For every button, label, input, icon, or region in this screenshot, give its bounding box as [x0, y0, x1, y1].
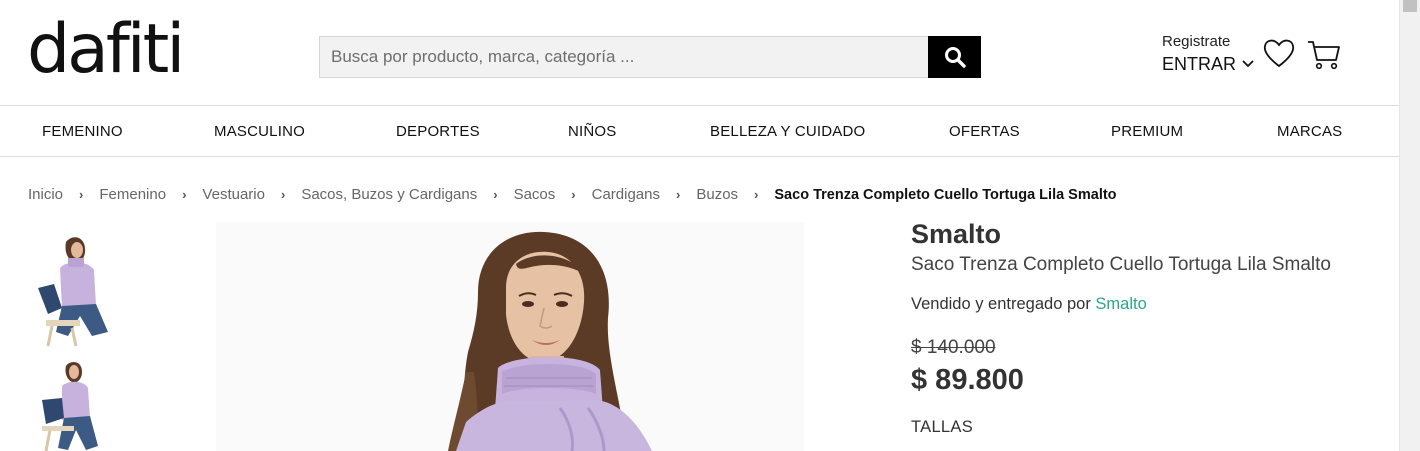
scrollbar-thumb[interactable]: [1403, 0, 1417, 12]
search-button[interactable]: [928, 36, 981, 78]
breadcrumb-separator-icon: ›: [182, 187, 187, 202]
nav-item-ofertas[interactable]: OFERTAS: [949, 123, 1020, 140]
breadcrumb-separator-icon: ›: [493, 187, 498, 202]
breadcrumb-item[interactable]: Sacos: [514, 186, 556, 203]
breadcrumb-item[interactable]: Femenino: [99, 186, 166, 203]
breadcrumb-separator-icon: ›: [676, 187, 681, 202]
nav-item-belleza[interactable]: BELLEZA Y CUIDADO: [710, 123, 865, 140]
breadcrumb-item[interactable]: Buzos: [696, 186, 738, 203]
breadcrumb-separator-icon: ›: [280, 187, 286, 202]
product-thumbnail[interactable]: [28, 360, 112, 451]
wishlist-heart-icon[interactable]: [1262, 36, 1296, 70]
nav-item-deportes[interactable]: DEPORTES: [396, 123, 480, 140]
model-photo: [216, 222, 804, 451]
breadcrumb: Inicio › Femenino › Vestuario › Sacos, B…: [28, 186, 1117, 203]
seller-info: Vendido y entregado por Smalto: [911, 295, 1147, 314]
original-price: $ 140.000: [911, 337, 996, 358]
account-menu[interactable]: Registrate ENTRAR: [1162, 33, 1254, 77]
category-nav: FEMENINO MASCULINO DEPORTES NIÑOS BELLEZ…: [0, 106, 1399, 157]
search-bar: [319, 36, 981, 78]
site-header: dafiti Registrate ENTRAR: [0, 0, 1399, 106]
breadcrumb-separator-icon: ›: [571, 187, 576, 202]
page-scrollbar[interactable]: [1399, 0, 1420, 451]
nav-item-marcas[interactable]: MARCAS: [1277, 123, 1342, 140]
chevron-down-icon: [1242, 60, 1254, 68]
login-dropdown[interactable]: ENTRAR: [1162, 51, 1254, 77]
breadcrumb-item[interactable]: Inicio: [28, 186, 63, 203]
main-product-image[interactable]: [216, 222, 804, 451]
search-input[interactable]: [319, 36, 928, 78]
product-name: Saco Trenza Completo Cuello Tortuga Lila…: [911, 254, 1331, 275]
sizes-label: TALLAS: [911, 418, 974, 436]
nav-item-masculino[interactable]: MASCULINO: [214, 123, 305, 140]
nav-item-premium[interactable]: PREMIUM: [1111, 123, 1183, 140]
breadcrumb-separator-icon: ›: [79, 187, 84, 202]
seller-link[interactable]: Smalto: [1095, 295, 1146, 313]
nav-item-ninos[interactable]: NIÑOS: [568, 123, 617, 140]
product-thumbnail[interactable]: [28, 228, 112, 348]
search-icon: [944, 47, 966, 68]
dafiti-logo[interactable]: dafiti: [27, 10, 185, 90]
register-link[interactable]: Registrate: [1162, 33, 1254, 51]
cart-icon[interactable]: [1306, 38, 1342, 72]
product-thumbnail-image: [28, 360, 112, 451]
product-thumbnail-image: [28, 228, 112, 348]
sold-by-label: Vendido y entregado por: [911, 295, 1096, 313]
breadcrumb-item[interactable]: Cardigans: [592, 186, 660, 203]
breadcrumb-separator-icon: ›: [754, 187, 759, 202]
login-label: ENTRAR: [1162, 54, 1237, 74]
breadcrumb-item[interactable]: Vestuario: [202, 186, 265, 203]
breadcrumb-item[interactable]: Sacos, Buzos y Cardigans: [301, 186, 477, 203]
nav-item-femenino[interactable]: FEMENINO: [42, 123, 123, 140]
product-brand[interactable]: Smalto: [911, 219, 1001, 250]
breadcrumb-current: Saco Trenza Completo Cuello Tortuga Lila…: [774, 186, 1117, 203]
sale-price: $ 89.800: [911, 364, 1024, 396]
